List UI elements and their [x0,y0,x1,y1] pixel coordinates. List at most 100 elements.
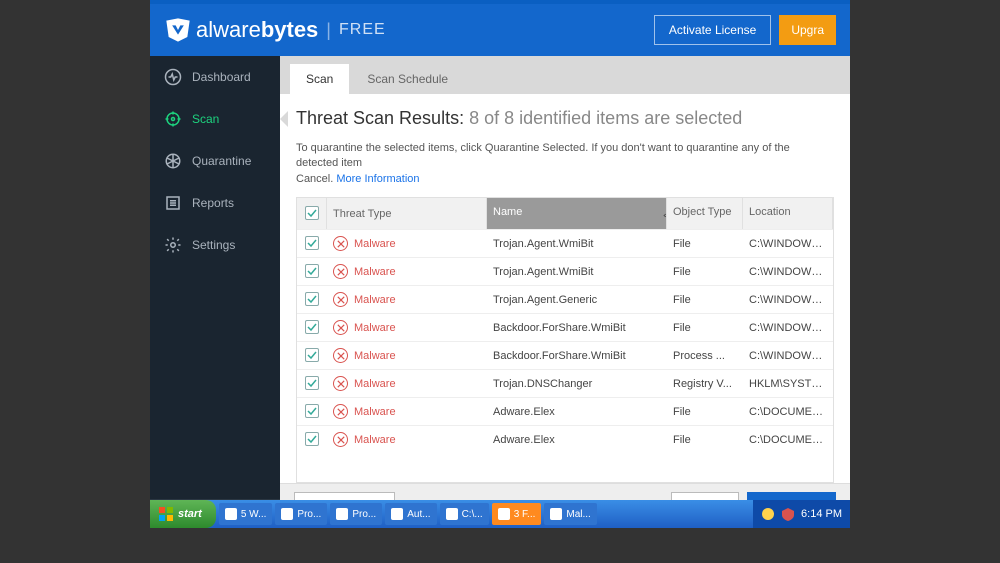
start-button[interactable]: start [150,500,216,528]
taskbar-task[interactable]: 3 F... [492,503,542,525]
table-row[interactable]: Malware Adware.ElexFileC:\DOCUMENTS [297,425,833,453]
col-location[interactable]: Location [743,198,833,229]
location: C:\DOCUMENTS [743,428,833,452]
location: C:\WINDOWS\TA [743,260,833,284]
sidebar-item-label: Dashboard [192,70,251,84]
tab-scan[interactable]: Scan [290,64,349,94]
more-information-link[interactable]: More Information [336,173,419,185]
threat-name: Adware.Elex [487,428,667,452]
threat-type-label: Malware [354,434,396,446]
list-icon [164,194,182,212]
row-checkbox[interactable] [305,376,319,390]
threat-x-icon [333,404,348,419]
edition-label: FREE [339,21,386,39]
row-checkbox[interactable] [305,264,319,278]
threat-x-icon [333,376,348,391]
taskbar-clock[interactable]: 6:14 PM [801,508,842,520]
activate-license-button[interactable]: Activate License [654,15,771,45]
row-checkbox[interactable] [305,236,319,250]
table-row[interactable]: Malware Backdoor.ForShare.WmiBitFileC:\WI… [297,313,833,341]
sidebar-item-scan[interactable]: Scan [150,98,280,140]
sidebar-item-label: Quarantine [192,154,251,168]
threat-name: Adware.Elex [487,400,667,424]
system-tray[interactable]: 6:14 PM [753,500,850,528]
page-body: Threat Scan Results: 8 of 8 identified i… [280,94,850,483]
threat-name: Trojan.Agent.WmiBit [487,232,667,256]
taskbar-task[interactable]: Pro... [330,503,382,525]
object-type: File [667,288,743,312]
threat-type-label: Malware [354,350,396,362]
windows-logo-icon [158,506,174,522]
task-icon [336,508,348,520]
col-object-type[interactable]: Object Type [667,198,743,229]
pulse-icon [164,68,182,86]
task-icon [225,508,237,520]
object-type: File [667,428,743,452]
threat-type-label: Malware [354,322,396,334]
threat-name: Trojan.Agent.Generic [487,288,667,312]
taskbar: start 5 W...Pro...Pro...Aut...C:\...3 F.… [150,500,850,528]
threat-x-icon [333,264,348,279]
object-type: File [667,316,743,340]
sidebar-item-reports[interactable]: Reports [150,182,280,224]
taskbar-task[interactable]: Mal... [544,503,596,525]
object-type: Process ... [667,344,743,368]
row-checkbox[interactable] [305,292,319,306]
taskbar-task[interactable]: 5 W... [219,503,273,525]
col-name[interactable]: Name ⇔ [487,198,667,229]
row-checkbox[interactable] [305,432,319,446]
sidebar-item-label: Reports [192,196,234,210]
instructions-text: To quarantine the selected items, click … [296,141,834,187]
upgrade-button[interactable]: Upgra [779,15,836,45]
sidebar-item-dashboard[interactable]: Dashboard [150,56,280,98]
threat-type-label: Malware [354,378,396,390]
app-window: alwarebytes | FREE Activate License Upgr… [150,0,850,528]
sidebar: Dashboard Scan Quarantine Reports Settin… [150,56,280,528]
table-row[interactable]: MalwareTrojan.Agent.GenericFileC:\WINDOW… [297,285,833,313]
sidebar-item-label: Settings [192,238,235,252]
table-row[interactable]: MalwareTrojan.DNSChangerRegistry V...HKL… [297,369,833,397]
table-row[interactable]: MalwareTrojan.Agent.WmiBitFileC:\WINDOWS… [297,229,833,257]
tray-icon[interactable] [781,507,795,521]
taskbar-task[interactable]: Aut... [385,503,436,525]
row-checkbox[interactable] [305,320,319,334]
taskbar-task[interactable]: Pro... [275,503,327,525]
task-icon [281,508,293,520]
task-icon [446,508,458,520]
resize-cursor-icon: ⇔ [661,206,667,221]
sidebar-item-settings[interactable]: Settings [150,224,280,266]
object-type: File [667,400,743,424]
location: C:\WINDOWS\TA [743,232,833,256]
content-area: Scan Scan Schedule Threat Scan Results: … [280,56,850,528]
brand-separator: | [326,20,331,41]
threat-x-icon [333,320,348,335]
sidebar-item-label: Scan [192,112,219,126]
threat-name: Trojan.Agent.WmiBit [487,260,667,284]
threat-x-icon [333,432,348,447]
table-row[interactable]: MalwareAdware.ElexFileC:\DOCUMENTS [297,397,833,425]
threat-name: Backdoor.ForShare.WmiBit [487,344,667,368]
tray-icon[interactable] [761,507,775,521]
page-title: Threat Scan Results: 8 of 8 identified i… [296,108,834,129]
sidebar-item-quarantine[interactable]: Quarantine [150,140,280,182]
tab-schedule[interactable]: Scan Schedule [351,64,464,94]
threat-name: Trojan.DNSChanger [487,372,667,396]
brand-text: alwarebytes [196,17,318,43]
tab-bar: Scan Scan Schedule [280,56,850,94]
location: C:\DOCUMENTS [743,400,833,424]
location: C:\WINDOWS\DI [743,316,833,340]
threat-name: Backdoor.ForShare.WmiBit [487,316,667,340]
table-row[interactable]: MalwareTrojan.Agent.WmiBitFileC:\WINDOWS… [297,257,833,285]
taskbar-task[interactable]: C:\... [440,503,489,525]
table-row[interactable]: Malware Backdoor.ForShare.WmiBitProcess .… [297,341,833,369]
gear-icon [164,236,182,254]
row-checkbox[interactable] [305,348,319,362]
row-checkbox[interactable] [305,404,319,418]
col-threat-type[interactable]: Threat Type [327,198,487,229]
app-header: alwarebytes | FREE Activate License Upgr… [150,4,850,56]
object-type: File [667,260,743,284]
threat-x-icon [333,348,348,363]
table-header: Threat Type Name ⇔ Object Type Location [297,198,833,229]
select-all-checkbox[interactable] [305,206,319,220]
results-table: Threat Type Name ⇔ Object Type Location … [296,197,834,483]
